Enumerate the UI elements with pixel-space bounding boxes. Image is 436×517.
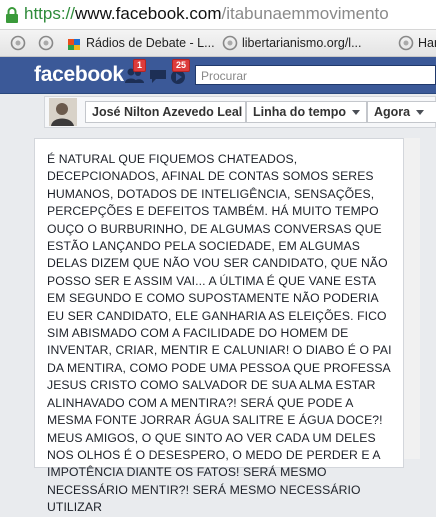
profile-name: José Nilton Azevedo Leal (92, 105, 243, 119)
puzzle-icon (68, 39, 80, 50)
bookmark-label: Har (418, 36, 436, 50)
facebook-logo[interactable]: facebook (34, 63, 124, 87)
timeline-nav: José Nilton Azevedo Leal Linha do tempo … (44, 96, 436, 128)
messages-icon[interactable] (148, 66, 170, 86)
globe-icon (398, 35, 414, 51)
chevron-down-icon (416, 110, 425, 116)
profile-photo (49, 98, 77, 126)
url-protocol: https:// (24, 4, 76, 23)
notifications-badge: 25 (172, 59, 191, 72)
avatar[interactable] (49, 98, 77, 126)
friend-requests-badge: 1 (133, 59, 147, 72)
facebook-top-bar: facebook 1 25 Procurar (0, 57, 436, 94)
globe-icon[interactable] (10, 35, 26, 51)
profile-name-button[interactable]: José Nilton Azevedo Leal (85, 101, 246, 123)
url-text[interactable]: https://www.facebook.com/itabunaemmovime… (24, 4, 389, 24)
chevron-down-icon (352, 110, 361, 116)
address-bar[interactable]: https://www.facebook.com/itabunaemmovime… (0, 0, 436, 30)
period-dropdown[interactable]: Agora (367, 101, 436, 123)
search-input[interactable]: Procurar (195, 65, 436, 85)
bookmark-label: Rádios de Debate - L... (86, 36, 215, 50)
scrollbar[interactable] (404, 138, 420, 459)
bookmarks-bar: Rádios de Debate - L... libertarianismo.… (0, 30, 436, 57)
post-text: É NATURAL QUE FIQUEMOS CHATEADOS, DECEPC… (47, 152, 392, 515)
timeline-label: Linha do tempo (253, 105, 347, 119)
globe-icon[interactable] (38, 35, 54, 51)
timeline-dropdown[interactable]: Linha do tempo (246, 101, 367, 123)
lock-icon (6, 7, 18, 23)
bookmark-label: libertarianismo.org/l... (242, 36, 362, 50)
globe-icon (222, 35, 238, 51)
url-host: www.facebook.com (75, 4, 222, 23)
period-label: Agora (374, 105, 411, 119)
url-path: /itabunaemmovimento (221, 4, 389, 23)
